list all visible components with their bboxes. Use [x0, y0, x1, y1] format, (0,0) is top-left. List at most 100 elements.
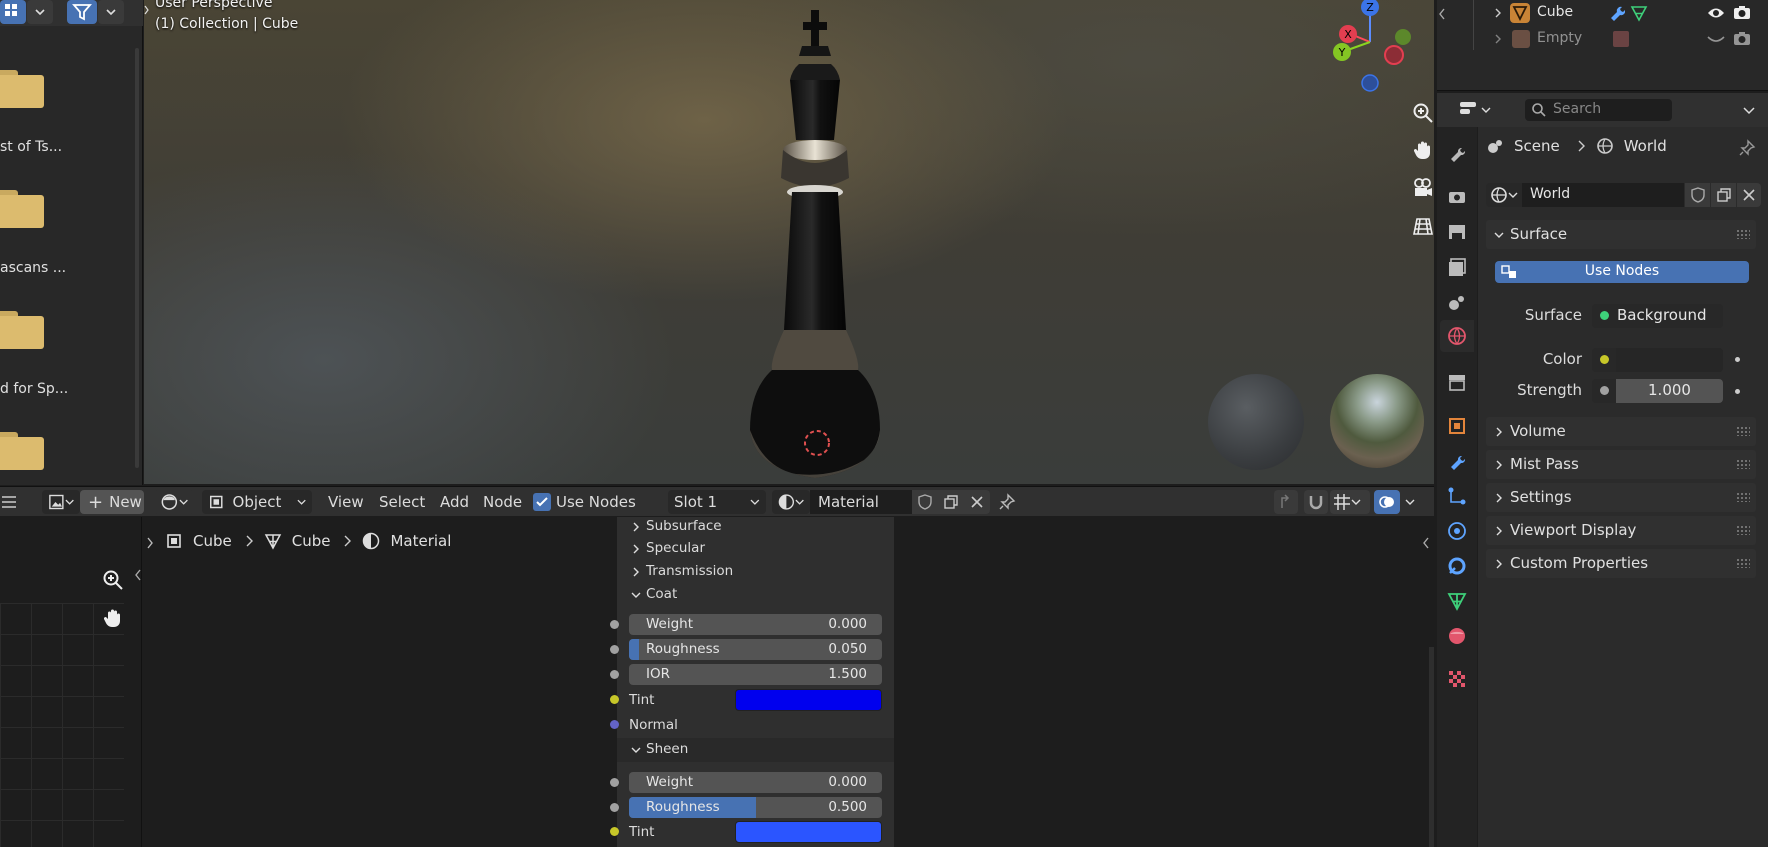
pin-button[interactable] — [998, 490, 1016, 514]
editor-type-dropdown[interactable] — [1459, 98, 1499, 122]
collapse-arrow-icon[interactable] — [1437, 6, 1447, 22]
shader-type-dropdown[interactable]: Object — [202, 490, 312, 514]
coat-roughness-field[interactable]: Roughness 0.050 — [629, 639, 882, 660]
menu-node[interactable]: Node — [483, 490, 522, 514]
coat-roughness-row[interactable]: Roughness 0.050 — [610, 639, 894, 661]
coat-panel[interactable]: Coat — [617, 585, 894, 605]
data-tab-icon[interactable] — [1446, 590, 1468, 612]
fake-user-button[interactable] — [912, 490, 938, 514]
view-dropdown-button[interactable] — [27, 0, 53, 24]
socket-icon[interactable] — [610, 803, 619, 812]
volume-panel-header[interactable]: Volume — [1486, 417, 1756, 446]
sheen-weight-row[interactable]: Weight 0.000 — [610, 772, 894, 794]
viewport-display-panel-header[interactable]: Viewport Display — [1486, 516, 1756, 545]
material-name-field[interactable]: Material — [810, 490, 912, 514]
socket-icon[interactable] — [610, 720, 619, 729]
duplicate-material-button[interactable] — [938, 490, 964, 514]
3d-viewport[interactable]: User Perspective (1) Collection | Cube Z… — [144, 0, 1434, 484]
view-layer-tab-icon[interactable] — [1446, 256, 1468, 278]
coat-weight-row[interactable]: Weight 0.000 — [610, 614, 894, 636]
overlays-dropdown[interactable] — [1400, 490, 1420, 514]
collapse-arrow-icon[interactable] — [144, 0, 150, 20]
slot-dropdown[interactable]: Slot 1 — [668, 490, 766, 514]
camera-render-icon[interactable] — [1733, 4, 1751, 22]
coat-weight-field[interactable]: Weight 0.000 — [629, 614, 882, 635]
camera-view-button[interactable] — [1406, 171, 1434, 205]
mist-pass-panel-header[interactable]: Mist Pass — [1486, 450, 1756, 479]
filter-dropdown-button[interactable] — [98, 0, 124, 24]
use-nodes-button[interactable]: Use Nodes — [1495, 261, 1749, 283]
menu-icon[interactable] — [2, 490, 18, 514]
sidebar-toggle-icon[interactable] — [1422, 535, 1430, 551]
zoom-button[interactable] — [1406, 96, 1434, 130]
camera-render-icon[interactable] — [1733, 30, 1751, 48]
overlays-toggle-button[interactable] — [1374, 490, 1400, 514]
outliner-item-empty[interactable]: Empty — [1437, 28, 1768, 50]
subsurface-panel[interactable]: Subsurface — [617, 517, 894, 537]
tool-tab-icon[interactable] — [1446, 142, 1468, 164]
snap-toggle-button[interactable] — [1304, 490, 1328, 514]
folder-icon[interactable] — [0, 70, 44, 108]
specular-panel[interactable]: Specular — [617, 539, 894, 559]
sheen-tint-row[interactable]: Tint — [610, 821, 894, 843]
editor-type-dropdown[interactable] — [154, 490, 194, 514]
sheen-roughness-row[interactable]: Roughness 0.500 — [610, 797, 894, 819]
grid-view-button[interactable] — [0, 0, 26, 24]
folder-label[interactable]: d for Sp... — [0, 381, 68, 397]
unlink-world-button[interactable] — [1737, 183, 1761, 207]
snap-element-dropdown[interactable] — [1330, 490, 1370, 514]
socket-icon[interactable] — [610, 778, 619, 787]
parent-node-tree-button[interactable] — [1274, 490, 1298, 514]
socket-icon[interactable] — [610, 645, 619, 654]
sheen-roughness-field[interactable]: Roughness 0.500 — [629, 797, 882, 818]
menu-select[interactable]: Select — [379, 490, 425, 514]
scrollbar[interactable] — [1429, 647, 1434, 847]
sheen-panel[interactable]: Sheen — [617, 738, 894, 762]
unlink-material-button[interactable] — [964, 490, 990, 514]
eye-closed-icon[interactable] — [1707, 30, 1725, 48]
surface-panel-header[interactable]: Surface — [1486, 220, 1756, 249]
material-tab-icon[interactable] — [1446, 625, 1468, 647]
sidebar-toggle-icon[interactable] — [134, 567, 142, 583]
folder-icon[interactable] — [0, 432, 44, 470]
keyframe-dot-icon[interactable] — [1735, 357, 1740, 362]
pin-button[interactable] — [1738, 139, 1756, 161]
folder-icon[interactable] — [0, 190, 44, 228]
surface-shader-dropdown[interactable]: Background — [1592, 304, 1723, 328]
scene-tab-icon[interactable] — [1446, 291, 1468, 313]
search-field[interactable]: Search — [1525, 99, 1672, 121]
chess-king-model[interactable] — [684, 0, 924, 484]
settings-panel-header[interactable]: Settings — [1486, 483, 1756, 512]
coat-tint-color-swatch[interactable] — [735, 689, 882, 711]
color-field[interactable] — [1592, 348, 1723, 372]
new-image-button[interactable]: + New — [80, 490, 144, 514]
menu-add[interactable]: Add — [440, 490, 469, 514]
fake-user-button[interactable] — [1685, 183, 1710, 207]
world-name-field[interactable]: World — [1522, 183, 1684, 207]
world-browse-button[interactable] — [1486, 183, 1522, 207]
eye-icon[interactable] — [1707, 4, 1725, 22]
ortho-toggle-button[interactable] — [1406, 209, 1434, 243]
physics-tab-icon[interactable] — [1446, 520, 1468, 542]
strength-field[interactable]: 1.000 — [1592, 379, 1723, 403]
socket-icon[interactable] — [610, 827, 619, 836]
scrollbar[interactable] — [135, 48, 139, 468]
folder-label[interactable]: ascans ... — [0, 260, 66, 276]
modifier-tab-icon[interactable] — [1446, 450, 1468, 472]
render-tab-icon[interactable] — [1446, 186, 1468, 208]
principled-bsdf-node[interactable]: Subsurface Specular Transmission Coat We… — [610, 517, 894, 847]
object-tab-icon[interactable] — [1446, 415, 1468, 437]
output-tab-icon[interactable] — [1446, 221, 1468, 243]
pan-button[interactable] — [1406, 133, 1434, 167]
sidebar-toggle-icon[interactable] — [145, 535, 155, 551]
sheen-weight-field[interactable]: Weight 0.000 — [629, 772, 882, 793]
socket-icon[interactable] — [610, 670, 619, 679]
duplicate-world-button[interactable] — [1711, 183, 1736, 207]
coat-ior-field[interactable]: IOR 1.500 — [629, 664, 882, 685]
zoom-button[interactable] — [96, 563, 130, 597]
keyframe-dot-icon[interactable] — [1735, 389, 1740, 394]
options-dropdown[interactable] — [1742, 103, 1756, 117]
outliner-item-cube[interactable]: Cube — [1437, 2, 1768, 24]
coat-normal-row[interactable]: Normal — [610, 714, 894, 736]
particles-tab-icon[interactable] — [1446, 485, 1468, 507]
